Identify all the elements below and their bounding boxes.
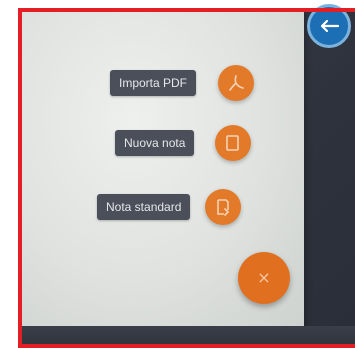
close-icon: × (257, 268, 271, 287)
standard-note-label[interactable]: Nota standard (97, 194, 191, 220)
back-arrow-icon (320, 19, 340, 33)
close-speed-dial-button[interactable]: × (238, 252, 290, 304)
frame-border-left (18, 8, 22, 348)
pdf-icon[interactable] (218, 65, 255, 101)
new-note-label[interactable]: Nuova nota (115, 130, 195, 156)
note-icon[interactable] (215, 125, 252, 161)
frame-border-bottom (18, 344, 355, 348)
frame-border-top (18, 8, 355, 12)
import-pdf-label[interactable]: Importa PDF (110, 70, 197, 96)
speed-dial-item-standard-note[interactable]: Nota standard (97, 189, 242, 225)
template-note-icon[interactable] (205, 189, 242, 225)
speed-dial-item-import-pdf[interactable]: Importa PDF (110, 65, 255, 101)
app-screen: Importa PDF Nuova nota Nota standard × (18, 8, 304, 326)
speed-dial-item-new-note[interactable]: Nuova nota (115, 125, 252, 161)
device-photo: Importa PDF Nuova nota Nota standard × (18, 8, 355, 348)
photo-frame: Importa PDF Nuova nota Nota standard × (0, 0, 355, 348)
